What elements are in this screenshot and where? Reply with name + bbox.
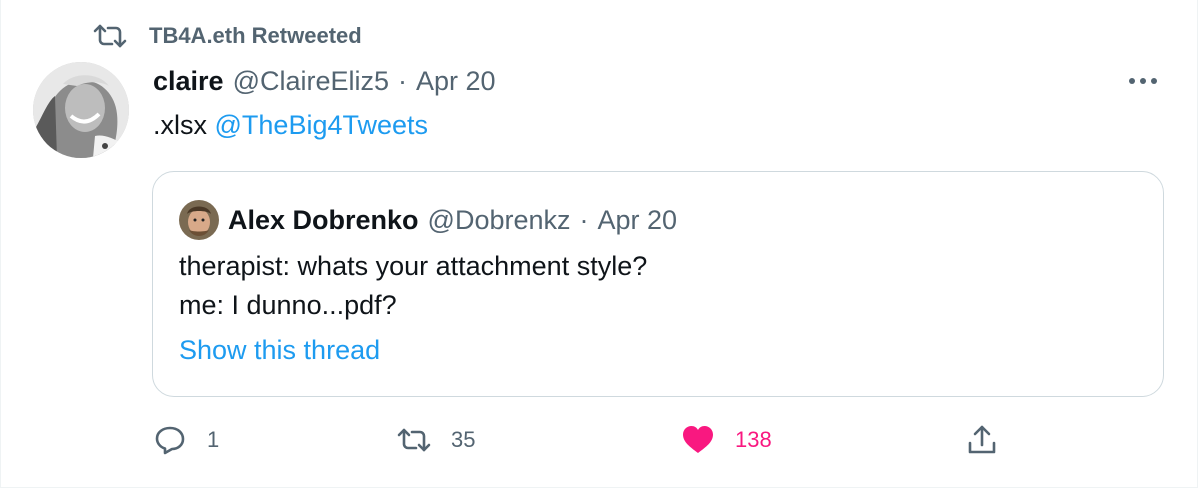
more-icon <box>1129 78 1157 84</box>
like-count: 138 <box>735 427 772 452</box>
quoted-author-handle[interactable]: @Dobrenkz <box>428 203 571 237</box>
reply-count: 1 <box>207 427 220 452</box>
retweet-icon <box>93 24 127 48</box>
retweet-button[interactable]: 35 <box>397 420 475 460</box>
mention-link[interactable]: @TheBig4Tweets <box>215 110 429 140</box>
like-button[interactable]: 138 <box>681 420 772 460</box>
retweet-count: 35 <box>451 427 476 452</box>
tweet-text: .xlsx @TheBig4Tweets <box>153 108 428 142</box>
tweet-actions: 1 35 138 <box>1 420 1198 460</box>
author-handle[interactable]: @ClaireEliz5 <box>233 64 389 98</box>
heart-icon <box>683 426 713 453</box>
author-avatar[interactable] <box>33 62 129 158</box>
tweet-header: claire @ClaireEliz5 · Apr 20 <box>153 64 496 98</box>
quoted-tweet-date[interactable]: Apr 20 <box>598 203 678 237</box>
quoted-header-separator: · <box>579 205 589 235</box>
retweet-context-text[interactable]: TB4A.eth Retweeted <box>149 23 362 49</box>
more-options-button[interactable] <box>1123 64 1163 98</box>
quoted-tweet[interactable]: Alex Dobrenko @Dobrenkz · Apr 20 therapi… <box>152 171 1164 397</box>
reply-icon <box>155 426 185 455</box>
header-separator: · <box>398 66 408 96</box>
share-icon <box>968 425 996 454</box>
show-thread-link[interactable]: Show this thread <box>179 333 380 367</box>
author-name[interactable]: claire <box>153 64 224 98</box>
quoted-text-line-2: me: I dunno...pdf? <box>179 290 397 320</box>
quoted-author-avatar <box>179 200 219 240</box>
quoted-text-line-1: therapist: whats your attachment style? <box>179 251 648 281</box>
retweet-context: TB4A.eth Retweeted <box>93 22 362 50</box>
tweet-date[interactable]: Apr 20 <box>416 64 496 98</box>
tweet-text-prefix: .xlsx <box>153 110 207 140</box>
share-button[interactable] <box>965 420 999 460</box>
quoted-tweet-header: Alex Dobrenko @Dobrenkz · Apr 20 <box>179 200 677 240</box>
tweet-card[interactable]: TB4A.eth Retweeted claire @ClaireEliz5 ·… <box>0 0 1198 488</box>
reply-button[interactable]: 1 <box>153 420 219 460</box>
retweet-icon <box>397 428 431 452</box>
quoted-author-name[interactable]: Alex Dobrenko <box>228 203 419 237</box>
